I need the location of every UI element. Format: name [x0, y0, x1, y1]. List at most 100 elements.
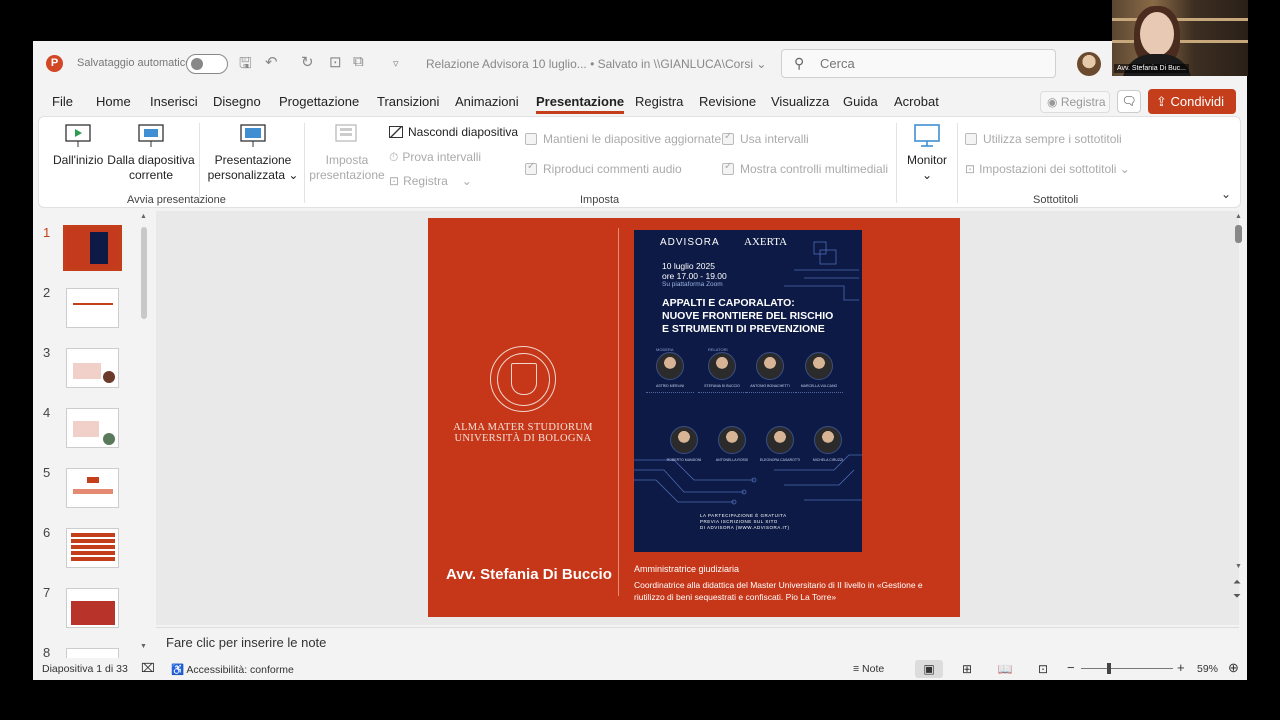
fit-to-window-icon[interactable]: ⊕ — [1228, 660, 1239, 676]
undo-icon[interactable]: ↶ — [265, 53, 278, 71]
speaker-bio — [795, 392, 843, 410]
slideshow-view-icon[interactable]: ⊡ — [1029, 660, 1057, 678]
thumb-content — [71, 533, 115, 563]
keep-updated-checkbox[interactable]: Mantieni le diapositive aggiornate — [525, 132, 721, 146]
from-current-button[interactable]: Dalla diapositiva corrente — [107, 123, 195, 183]
play-from-start-icon — [65, 124, 91, 147]
ribbon-presentazione: Dall'inizio Dalla diapositiva corrente P… — [38, 116, 1241, 208]
speaker-photo — [814, 426, 842, 454]
scrollbar-thumb[interactable] — [1235, 225, 1242, 243]
spellcheck-icon[interactable]: ⌧ — [141, 661, 155, 675]
notes-toggle-button[interactable]: ≡ Note — [853, 663, 884, 675]
share-icon: ⇪ — [1156, 94, 1171, 109]
accessibility-label: Accessibilità: conforme — [186, 664, 294, 676]
tab-registra[interactable]: Registra — [635, 94, 683, 109]
scroll-up-icon[interactable]: ▲ — [140, 213, 147, 220]
record-icon: ◉ — [1047, 95, 1061, 109]
slide-thumbnail-7[interactable] — [66, 588, 119, 628]
scroll-down-icon[interactable]: ▼ — [1235, 563, 1242, 570]
rehearse-timings-button[interactable]: ⏱ Prova intervalli — [389, 150, 481, 165]
use-timings-checkbox[interactable]: Usa intervalli — [722, 131, 809, 146]
slide-counter: Diapositiva 1 di 33 — [42, 663, 128, 675]
slide-thumbnail-4[interactable] — [66, 408, 119, 448]
record-button[interactable]: ◉ Registra — [1040, 91, 1110, 113]
scrollbar-thumb[interactable] — [141, 227, 147, 319]
reading-view-icon[interactable]: 📖 — [991, 660, 1019, 678]
play-narrations-checkbox[interactable]: Riproduci commenti audio — [525, 161, 682, 176]
zoom-slider-thumb[interactable] — [1106, 663, 1111, 674]
zoom-level[interactable]: 59% — [1197, 663, 1218, 675]
tab-transizioni[interactable]: Transizioni — [377, 94, 439, 109]
next-slide-icon[interactable]: ⏷ — [1233, 591, 1241, 602]
share-button[interactable]: ⇪ Condividi ⌄ — [1148, 89, 1236, 134]
slide-thumbnail-1[interactable] — [63, 225, 122, 271]
normal-view-icon[interactable]: ▣ — [915, 660, 943, 678]
participant-video-tile[interactable]: Avv. Stefania Di Buc... — [1112, 0, 1248, 76]
document-title[interactable]: Relazione Advisora 10 luglio... • Salvat… — [426, 57, 766, 71]
monitor-button[interactable]: Monitor ⌄ — [901, 123, 953, 183]
speaker-name: Avv. Stefania Di Buccio — [446, 566, 612, 583]
bookshelf — [1112, 18, 1248, 21]
scroll-up-icon[interactable]: ▲ — [1235, 213, 1242, 220]
status-bar: Diapositiva 1 di 33 ⌧ ♿ Accessibilità: c… — [33, 658, 1247, 680]
shape-icon[interactable]: ⧉ — [353, 53, 364, 70]
tab-home[interactable]: Home — [96, 94, 131, 109]
search-box[interactable]: ⚲ — [781, 49, 1056, 78]
scroll-down-icon[interactable]: ▼ — [140, 643, 147, 650]
chevron-down-icon: ⌄ — [461, 174, 472, 188]
record-slideshow-label: Registra — [403, 174, 448, 188]
tab-visualizza[interactable]: Visualizza — [771, 94, 829, 109]
media-controls-checkbox[interactable]: Mostra controlli multimediali — [722, 161, 889, 176]
tab-revisione[interactable]: Revisione — [699, 94, 756, 109]
slide-thumbnails-pane: 1 2 3 4 5 6 7 8 — [33, 211, 155, 662]
from-start-button[interactable]: Dall'inizio — [53, 123, 103, 168]
slide-scrollbar[interactable]: ▲ ▼ ⏶ ⏷ — [1233, 213, 1245, 633]
accessibility-status[interactable]: ♿ Accessibilità: conforme — [171, 663, 294, 676]
tab-acrobat[interactable]: Acrobat — [894, 94, 939, 109]
redo-icon[interactable]: ↻ — [301, 53, 314, 71]
customize-toolbar-icon[interactable]: ▿ — [393, 57, 399, 70]
autosave-toggle[interactable] — [186, 54, 228, 74]
zoom-in-icon[interactable]: + — [1177, 660, 1185, 675]
custom-show-button[interactable]: Presentazione personalizzata ⌄ — [205, 123, 301, 183]
tab-file[interactable]: File — [52, 94, 73, 109]
tab-guida[interactable]: Guida — [843, 94, 878, 109]
slide-thumbnail-3[interactable] — [66, 348, 119, 388]
current-slide[interactable]: ALMA MATER STUDIORUM UNIVERSITÀ DI BOLOG… — [428, 218, 960, 617]
zoom-out-icon[interactable]: − — [1067, 660, 1075, 675]
previous-slide-icon[interactable]: ⏶ — [1233, 577, 1241, 588]
tab-animazioni[interactable]: Animazioni — [455, 94, 519, 109]
hide-slide-button[interactable]: Nascondi diapositiva — [389, 125, 518, 139]
chevron-down-icon: ⌄ — [921, 168, 933, 182]
account-avatar[interactable] — [1077, 52, 1101, 76]
from-current-label-1: Dalla diapositiva — [107, 153, 195, 167]
search-input[interactable] — [820, 56, 1040, 71]
speaker-description: Coordinatrice alla didattica del Master … — [634, 580, 923, 602]
presentation-icon[interactable]: ⊡ — [329, 53, 342, 71]
setup-show-button[interactable]: Imposta presentazione — [307, 123, 387, 183]
thumbnail-scrollbar[interactable]: ▲ ▼ — [140, 213, 148, 653]
powerpoint-logo-icon: P — [46, 55, 63, 72]
collapse-ribbon-icon[interactable]: ⌄ — [1221, 187, 1231, 201]
subtitle-settings-button[interactable]: ⊡ Impostazioni dei sottotitoli ⌄ — [965, 162, 1130, 176]
tab-progettazione[interactable]: Progettazione — [279, 94, 359, 109]
tab-disegno[interactable]: Disegno — [213, 94, 261, 109]
accessibility-icon: ♿ — [171, 664, 187, 676]
comments-button[interactable]: 🗨 — [1117, 90, 1141, 113]
checkbox-checked-icon — [525, 161, 537, 175]
slide-thumbnail-6[interactable] — [66, 528, 119, 568]
notes-pane[interactable]: Fare clic per inserire le note — [156, 627, 1239, 657]
media-controls-label: Mostra controlli multimediali — [740, 162, 889, 176]
slide-thumbnail-5[interactable] — [66, 468, 119, 508]
record-slideshow-button[interactable]: ⊡ Registra ⌄ — [389, 174, 472, 188]
slide-thumbnail-2[interactable] — [66, 288, 119, 328]
zoom-slider[interactable] — [1081, 668, 1173, 669]
tab-presentazione[interactable]: Presentazione — [536, 94, 625, 114]
always-subtitles-checkbox[interactable]: Utilizza sempre i sottotitoli — [965, 132, 1122, 146]
speaker-name-poster: ANTONELLA ROSSI — [715, 458, 749, 462]
use-timings-label: Usa intervalli — [740, 132, 809, 146]
tab-inserisci[interactable]: Inserisci — [150, 94, 198, 109]
slide-sorter-view-icon[interactable]: ⊞ — [953, 660, 981, 678]
notes-placeholder[interactable]: Fare clic per inserire le note — [166, 635, 326, 650]
save-icon[interactable]: 🖫 — [239, 53, 252, 78]
